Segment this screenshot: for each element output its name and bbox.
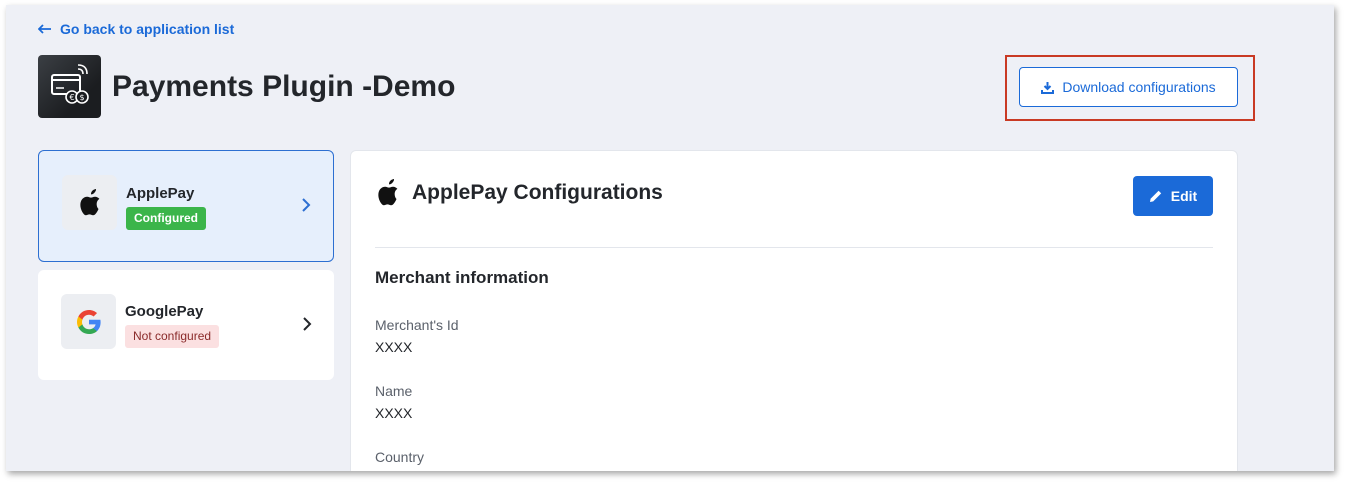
- provider-card-googlepay[interactable]: GooglePay Not configured: [38, 270, 334, 380]
- field-label-country: Country: [375, 449, 425, 465]
- field-label-name: Name: [375, 383, 413, 399]
- provider-name: ApplePay: [126, 185, 195, 202]
- google-icon: [61, 294, 116, 349]
- chevron-right-icon: [303, 317, 312, 331]
- back-link[interactable]: Go back to application list: [38, 20, 234, 38]
- pencil-icon: [1149, 190, 1161, 202]
- section-title: Merchant information: [375, 268, 549, 287]
- download-icon: [1041, 81, 1055, 94]
- apple-icon: [378, 179, 398, 206]
- field-value-name: XXXX: [375, 405, 413, 421]
- status-badge: Configured: [126, 207, 206, 230]
- provider-name: GooglePay: [125, 303, 204, 320]
- edit-button[interactable]: Edit: [1133, 176, 1213, 216]
- divider: [375, 247, 1213, 248]
- apple-icon: [62, 175, 117, 230]
- payment-card-icon: € $: [51, 64, 89, 104]
- field-label-merchant-id: Merchant's Id: [375, 317, 459, 333]
- svg-text:$: $: [79, 93, 84, 102]
- status-badge: Not configured: [125, 325, 220, 348]
- download-configurations-button[interactable]: Download configurations: [1019, 67, 1238, 107]
- page-title: Payments Plugin -Demo: [112, 70, 456, 103]
- provider-card-applepay[interactable]: ApplePay Configured: [38, 150, 334, 262]
- field-value-merchant-id: XXXX: [375, 339, 413, 355]
- svg-text:€: €: [69, 93, 74, 102]
- panel-title: ApplePay Configurations: [412, 181, 663, 204]
- configuration-panel: ApplePay Configurations Edit Merchant in…: [350, 150, 1238, 471]
- app-frame: Go back to application list € $ Payments…: [6, 5, 1334, 471]
- back-link-label: Go back to application list: [60, 21, 235, 37]
- app-logo: € $: [38, 55, 101, 118]
- download-configurations-label: Download configurations: [1062, 79, 1216, 95]
- arrow-left-icon: [38, 24, 51, 34]
- edit-label: Edit: [1170, 188, 1198, 204]
- chevron-right-icon: [302, 198, 311, 212]
